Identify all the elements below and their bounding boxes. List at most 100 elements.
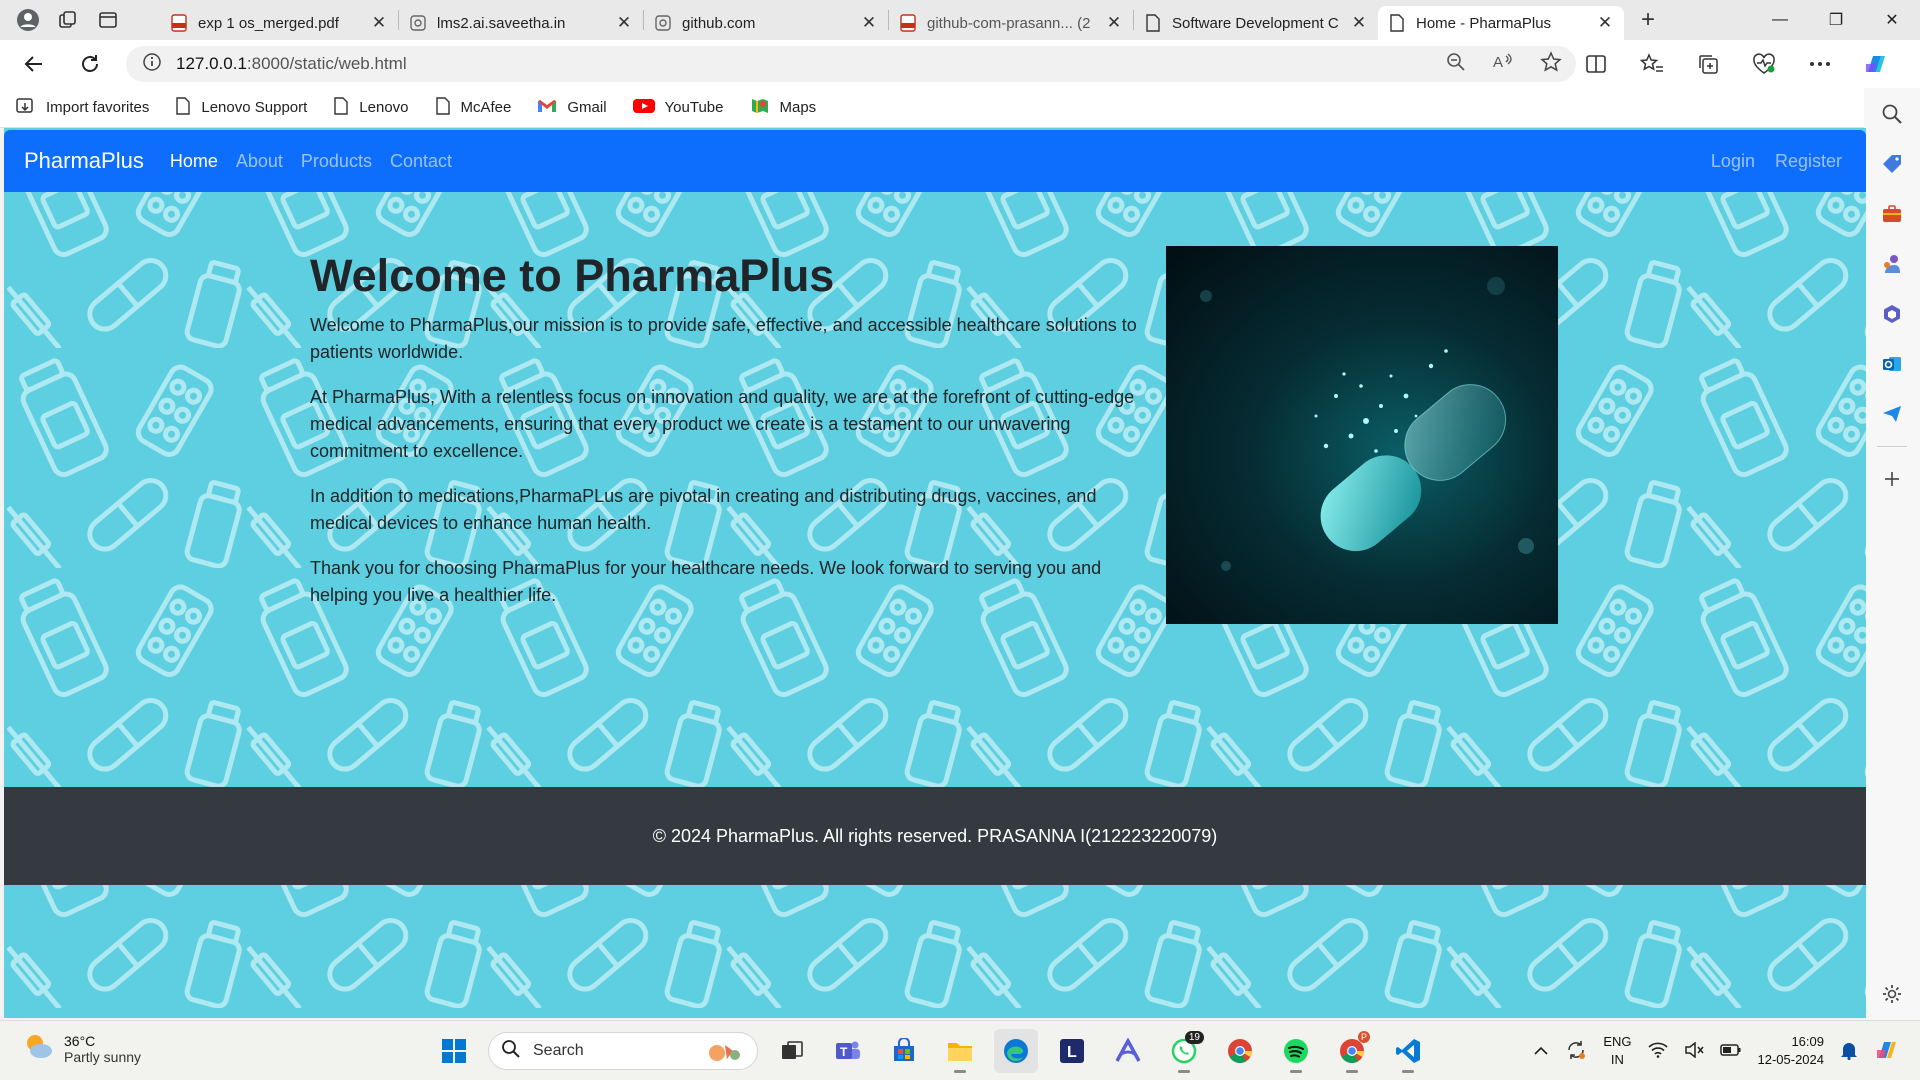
search-highlight-icon xyxy=(705,1039,745,1070)
tab-github-pdf[interactable]: github-com-prasann... (2 ✕ xyxy=(889,6,1133,40)
chevron-up-icon[interactable] xyxy=(1533,1044,1549,1059)
shopping-tag-icon[interactable] xyxy=(1874,146,1910,182)
svg-text:A: A xyxy=(1493,54,1503,71)
close-icon[interactable]: ✕ xyxy=(860,13,878,33)
nav-products[interactable]: Products xyxy=(301,151,372,172)
page-icon xyxy=(1388,14,1406,32)
copilot-preview-icon[interactable] xyxy=(1874,1037,1900,1066)
url-text: 127.0.0.1:8000/static/web.html xyxy=(176,54,407,74)
favorite-label: Import favorites xyxy=(46,99,150,116)
games-icon[interactable] xyxy=(1874,246,1910,282)
launcher-l-icon[interactable]: L xyxy=(1050,1029,1094,1073)
whatsapp-icon[interactable]: 19 xyxy=(1162,1029,1206,1073)
nav-register[interactable]: Register xyxy=(1775,151,1842,172)
tab-github[interactable]: github.com ✕ xyxy=(644,6,888,40)
language-indicator[interactable]: ENG IN xyxy=(1603,1033,1631,1069)
edge-icon[interactable] xyxy=(994,1029,1038,1073)
site-brand[interactable]: PharmaPlus xyxy=(24,148,144,174)
file-explorer-icon[interactable] xyxy=(938,1029,982,1073)
tab-home-pharmaplus[interactable]: Home - PharmaPlus ✕ xyxy=(1378,6,1624,40)
system-clock[interactable]: 16:09 12-05-2024 xyxy=(1758,1033,1825,1069)
youtube-icon xyxy=(632,98,655,118)
close-icon[interactable]: ✕ xyxy=(1596,13,1614,33)
tab-exp-1-os-merged[interactable]: exp 1 os_merged.pdf ✕ xyxy=(160,6,398,40)
copilot-icon[interactable] xyxy=(1858,46,1894,82)
profile-icon[interactable] xyxy=(12,6,44,34)
send-icon[interactable] xyxy=(1874,396,1910,432)
tab-title: lms2.ai.saveetha.in xyxy=(437,14,566,32)
restore-button[interactable]: ❐ xyxy=(1808,0,1864,40)
taskbar-search[interactable]: Search xyxy=(488,1032,758,1070)
address-toolbar: 127.0.0.1:8000/static/web.html A xyxy=(0,40,1920,88)
chrome-icon[interactable] xyxy=(1218,1029,1262,1073)
close-icon[interactable]: ✕ xyxy=(1105,13,1123,33)
pdf-icon xyxy=(899,14,917,32)
nav-contact[interactable]: Contact xyxy=(390,151,452,172)
weather-temperature: 36°C xyxy=(64,1032,96,1049)
workspaces-icon[interactable] xyxy=(52,6,84,34)
microsoft-365-icon[interactable] xyxy=(1874,296,1910,332)
new-tab-button[interactable]: + xyxy=(1630,4,1666,36)
close-window-button[interactable]: ✕ xyxy=(1864,0,1920,40)
microsoft-store-icon[interactable] xyxy=(882,1029,926,1073)
nav-login[interactable]: Login xyxy=(1711,151,1755,172)
notification-bell-icon[interactable] xyxy=(1840,1040,1858,1063)
read-aloud-icon[interactable]: A xyxy=(1492,52,1514,77)
more-options-icon[interactable] xyxy=(1802,46,1838,82)
collections-icon[interactable] xyxy=(1690,46,1726,82)
favorite-label: McAfee xyxy=(460,99,512,116)
chrome-profile-icon[interactable]: P xyxy=(1330,1029,1374,1073)
volume-muted-icon[interactable] xyxy=(1684,1040,1704,1061)
favorites-bar: Import favorites Lenovo Support Lenovo M… xyxy=(0,88,1870,128)
close-icon[interactable]: ✕ xyxy=(1350,13,1368,33)
gmail-icon xyxy=(537,98,557,118)
tab-title: github-com-prasann... (2 xyxy=(927,14,1091,32)
browser-essentials-icon[interactable] xyxy=(1746,46,1782,82)
favorite-import-favorites[interactable]: Import favorites xyxy=(16,97,149,119)
tools-icon[interactable] xyxy=(1874,196,1910,232)
favorite-lenovo-support[interactable]: Lenovo Support xyxy=(175,96,307,119)
back-button[interactable] xyxy=(14,46,54,82)
address-bar[interactable]: 127.0.0.1:8000/static/web.html A xyxy=(126,46,1576,82)
nav-about[interactable]: About xyxy=(236,151,283,172)
spotify-icon[interactable] xyxy=(1274,1029,1318,1073)
vertical-tabs-icon[interactable] xyxy=(92,6,124,34)
clock-date: 12-05-2024 xyxy=(1757,1052,1825,1067)
refresh-button[interactable] xyxy=(70,46,110,82)
outlook-icon[interactable] xyxy=(1874,346,1910,382)
nav-home[interactable]: Home xyxy=(170,151,218,172)
add-icon[interactable] xyxy=(1874,461,1910,497)
web-page-icon xyxy=(654,14,672,32)
favorite-maps[interactable]: Maps xyxy=(750,96,816,120)
favorite-gmail[interactable]: Gmail xyxy=(537,98,607,118)
favorite-lenovo[interactable]: Lenovo xyxy=(333,96,409,119)
close-icon[interactable]: ✕ xyxy=(370,13,388,33)
tab-lms2[interactable]: lms2.ai.saveetha.in ✕ xyxy=(399,6,643,40)
battery-icon[interactable] xyxy=(1719,1043,1742,1060)
wifi-icon[interactable] xyxy=(1647,1042,1668,1061)
task-view-icon[interactable] xyxy=(770,1029,814,1073)
arc-app-icon[interactable] xyxy=(1106,1029,1150,1073)
favorite-star-icon[interactable] xyxy=(1540,50,1562,78)
hero-title: Welcome to PharmaPlus xyxy=(310,250,835,301)
language-code: ENG xyxy=(1603,1034,1632,1049)
minimize-button[interactable]: — xyxy=(1752,0,1808,40)
hero-text: Welcome to PharmaPlus,our mission is to … xyxy=(310,312,1140,627)
settings-gear-icon[interactable] xyxy=(1874,976,1910,1012)
favorite-label: Gmail xyxy=(567,99,607,116)
close-icon[interactable]: ✕ xyxy=(615,13,633,33)
favorite-youtube[interactable]: YouTube xyxy=(632,98,724,118)
vscode-icon[interactable] xyxy=(1386,1029,1430,1073)
favorites-icon[interactable] xyxy=(1634,46,1670,82)
teams-icon[interactable]: T xyxy=(826,1029,870,1073)
search-icon[interactable] xyxy=(1874,96,1910,132)
zoom-out-icon[interactable] xyxy=(1446,52,1466,77)
start-button[interactable] xyxy=(432,1029,476,1073)
info-icon[interactable] xyxy=(142,52,162,77)
weather-description: Partly sunny xyxy=(64,1048,142,1065)
split-screen-icon[interactable] xyxy=(1578,46,1614,82)
sync-icon[interactable] xyxy=(1565,1039,1587,1064)
tab-software-development[interactable]: Software Development C ✕ xyxy=(1134,6,1378,40)
weather-widget[interactable]: 36°C Partly sunny xyxy=(22,1031,141,1066)
favorite-mcafee[interactable]: McAfee xyxy=(435,96,512,119)
